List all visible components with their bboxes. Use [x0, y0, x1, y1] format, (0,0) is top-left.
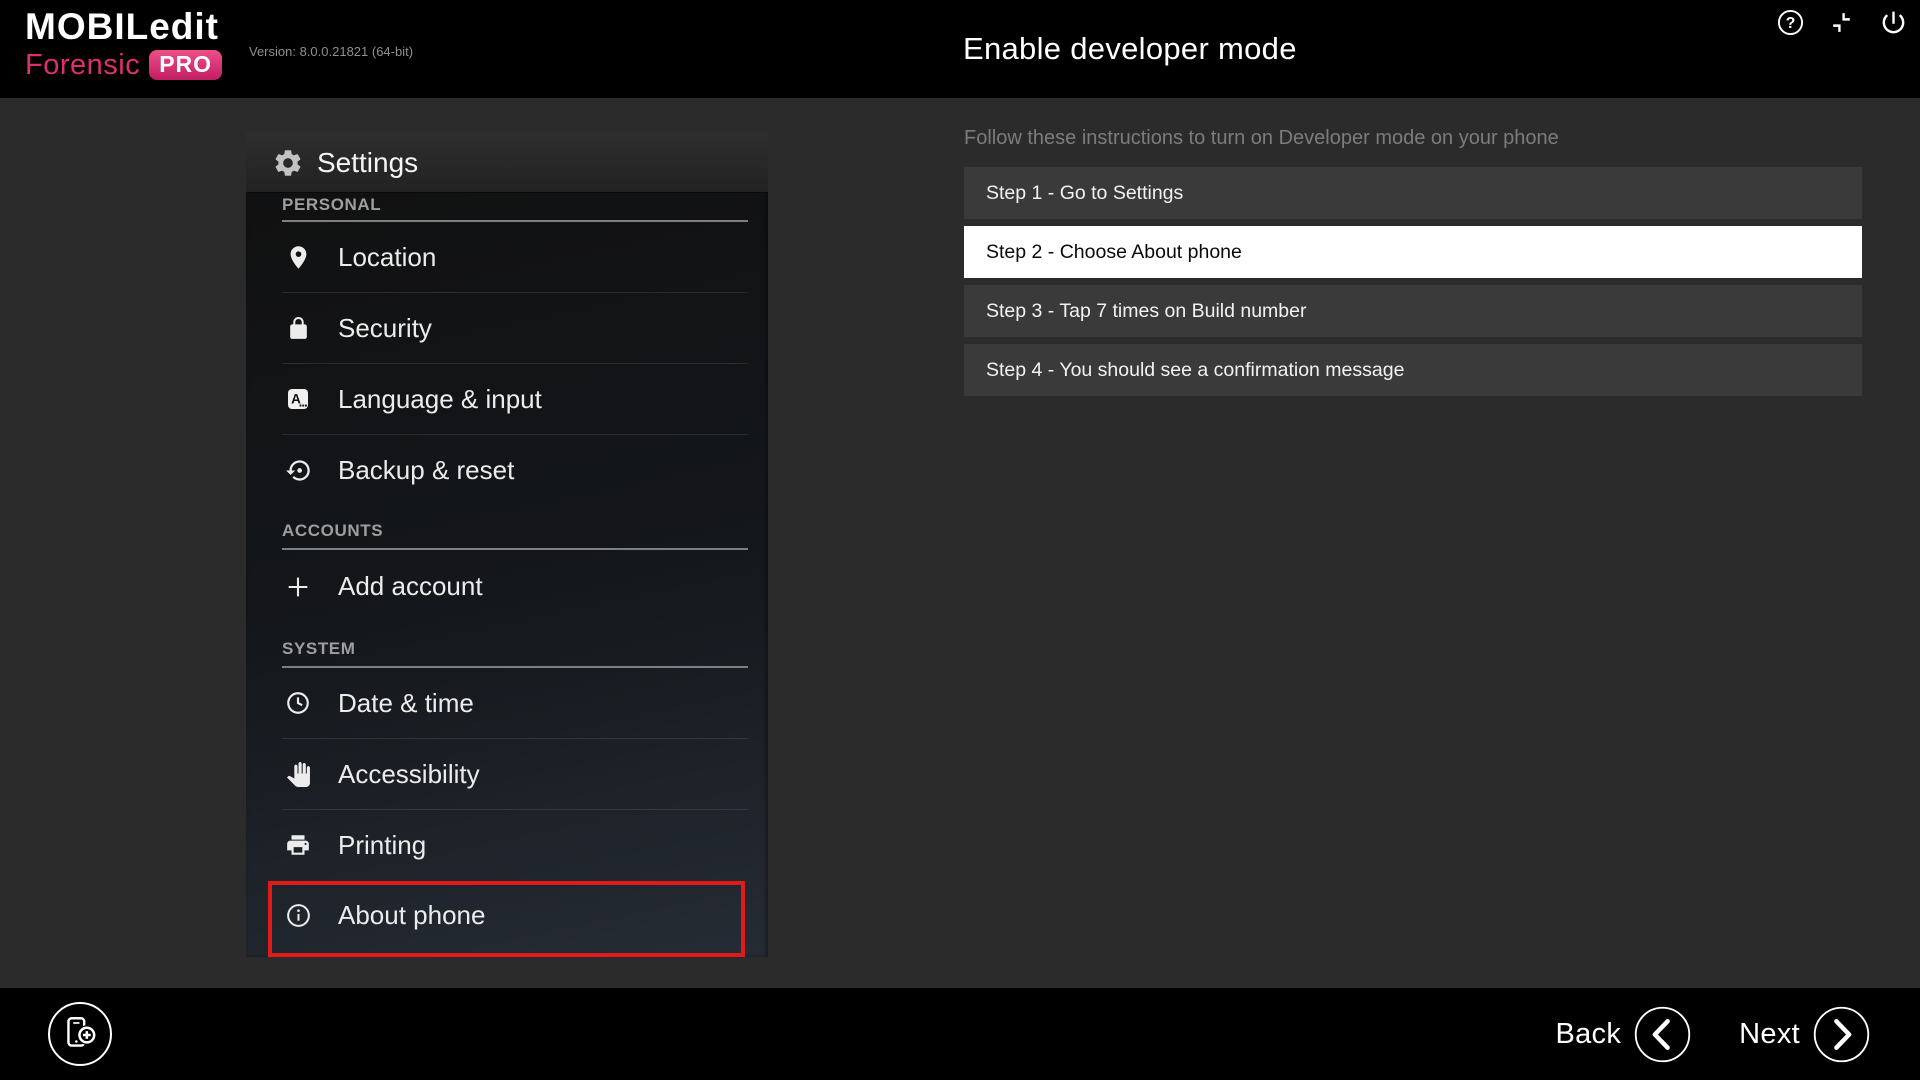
app-window: MOBILedit Forensic PRO Version: 8.0.0.21…: [0, 0, 1920, 1080]
settings-item-printing[interactable]: Printing: [246, 810, 768, 880]
settings-item-language-input[interactable]: A Language & input: [246, 364, 768, 434]
version-label: Version: 8.0.0.21821 (64-bit): [249, 44, 413, 59]
restore-window-icon[interactable]: [1829, 10, 1854, 35]
logo-mobiledit: MOBILedit: [25, 8, 222, 45]
plus-icon: [282, 571, 314, 603]
language-icon: A: [282, 383, 314, 415]
step-4[interactable]: Step 4 - You should see a confirmation m…: [964, 344, 1862, 396]
settings-item-security[interactable]: Security: [246, 293, 768, 363]
logo-line2: Forensic PRO: [25, 50, 222, 80]
step-3[interactable]: Step 3 - Tap 7 times on Build number: [964, 285, 1862, 337]
clock-icon: [282, 687, 314, 719]
printer-icon: [282, 829, 314, 861]
phone-plus-icon: [59, 1013, 101, 1055]
page-title: Enable developer mode: [963, 31, 1297, 67]
phone-settings-screenshot: Settings PERSONAL Location Security: [246, 133, 768, 957]
logo-pro-badge: PRO: [149, 50, 222, 80]
help-icon[interactable]: ?: [1777, 9, 1804, 36]
section-accounts: ACCOUNTS: [246, 505, 768, 550]
info-icon: [282, 900, 314, 932]
hand-icon: [282, 758, 314, 790]
back-label: Back: [1555, 1018, 1621, 1051]
step-1[interactable]: Step 1 - Go to Settings: [964, 167, 1862, 219]
settings-item-backup-reset[interactable]: Backup & reset: [246, 435, 768, 505]
instructions-lead: Follow these instructions to turn on Dev…: [964, 127, 1559, 150]
phone-settings-list: PERSONAL Location Security: [246, 193, 768, 951]
section-divider: [282, 548, 748, 550]
section-divider: [282, 666, 748, 668]
settings-item-about-phone[interactable]: About phone: [246, 880, 768, 951]
svg-text:?: ?: [1786, 15, 1796, 32]
back-button[interactable]: [1634, 1006, 1691, 1063]
section-divider: [282, 220, 748, 222]
settings-item-date-time[interactable]: Date & time: [246, 668, 768, 738]
settings-item-location[interactable]: Location: [246, 222, 768, 292]
phone-settings-header: Settings: [246, 133, 768, 193]
add-device-button[interactable]: [48, 1002, 112, 1066]
phone-settings-title: Settings: [317, 147, 418, 179]
lock-icon: [282, 312, 314, 344]
backup-restore-icon: [282, 454, 314, 486]
svg-text:A: A: [291, 392, 301, 407]
next-button[interactable]: [1813, 1006, 1870, 1063]
next-label: Next: [1739, 1018, 1800, 1051]
settings-item-add-account[interactable]: Add account: [246, 550, 768, 623]
location-pin-icon: [282, 241, 314, 273]
step-2[interactable]: Step 2 - Choose About phone: [964, 226, 1862, 278]
wizard-nav: Back Next: [1555, 988, 1870, 1080]
top-header: MOBILedit Forensic PRO Version: 8.0.0.21…: [0, 0, 1920, 98]
section-personal: PERSONAL: [246, 193, 768, 222]
app-logo: MOBILedit Forensic PRO: [25, 8, 222, 80]
gear-icon: [272, 147, 304, 179]
logo-forensic: Forensic: [25, 51, 140, 80]
section-system: SYSTEM: [246, 623, 768, 668]
power-icon[interactable]: [1879, 8, 1908, 37]
bottom-bar: Back Next: [0, 988, 1920, 1080]
settings-item-accessibility[interactable]: Accessibility: [246, 739, 768, 809]
window-controls: ?: [1777, 5, 1908, 39]
